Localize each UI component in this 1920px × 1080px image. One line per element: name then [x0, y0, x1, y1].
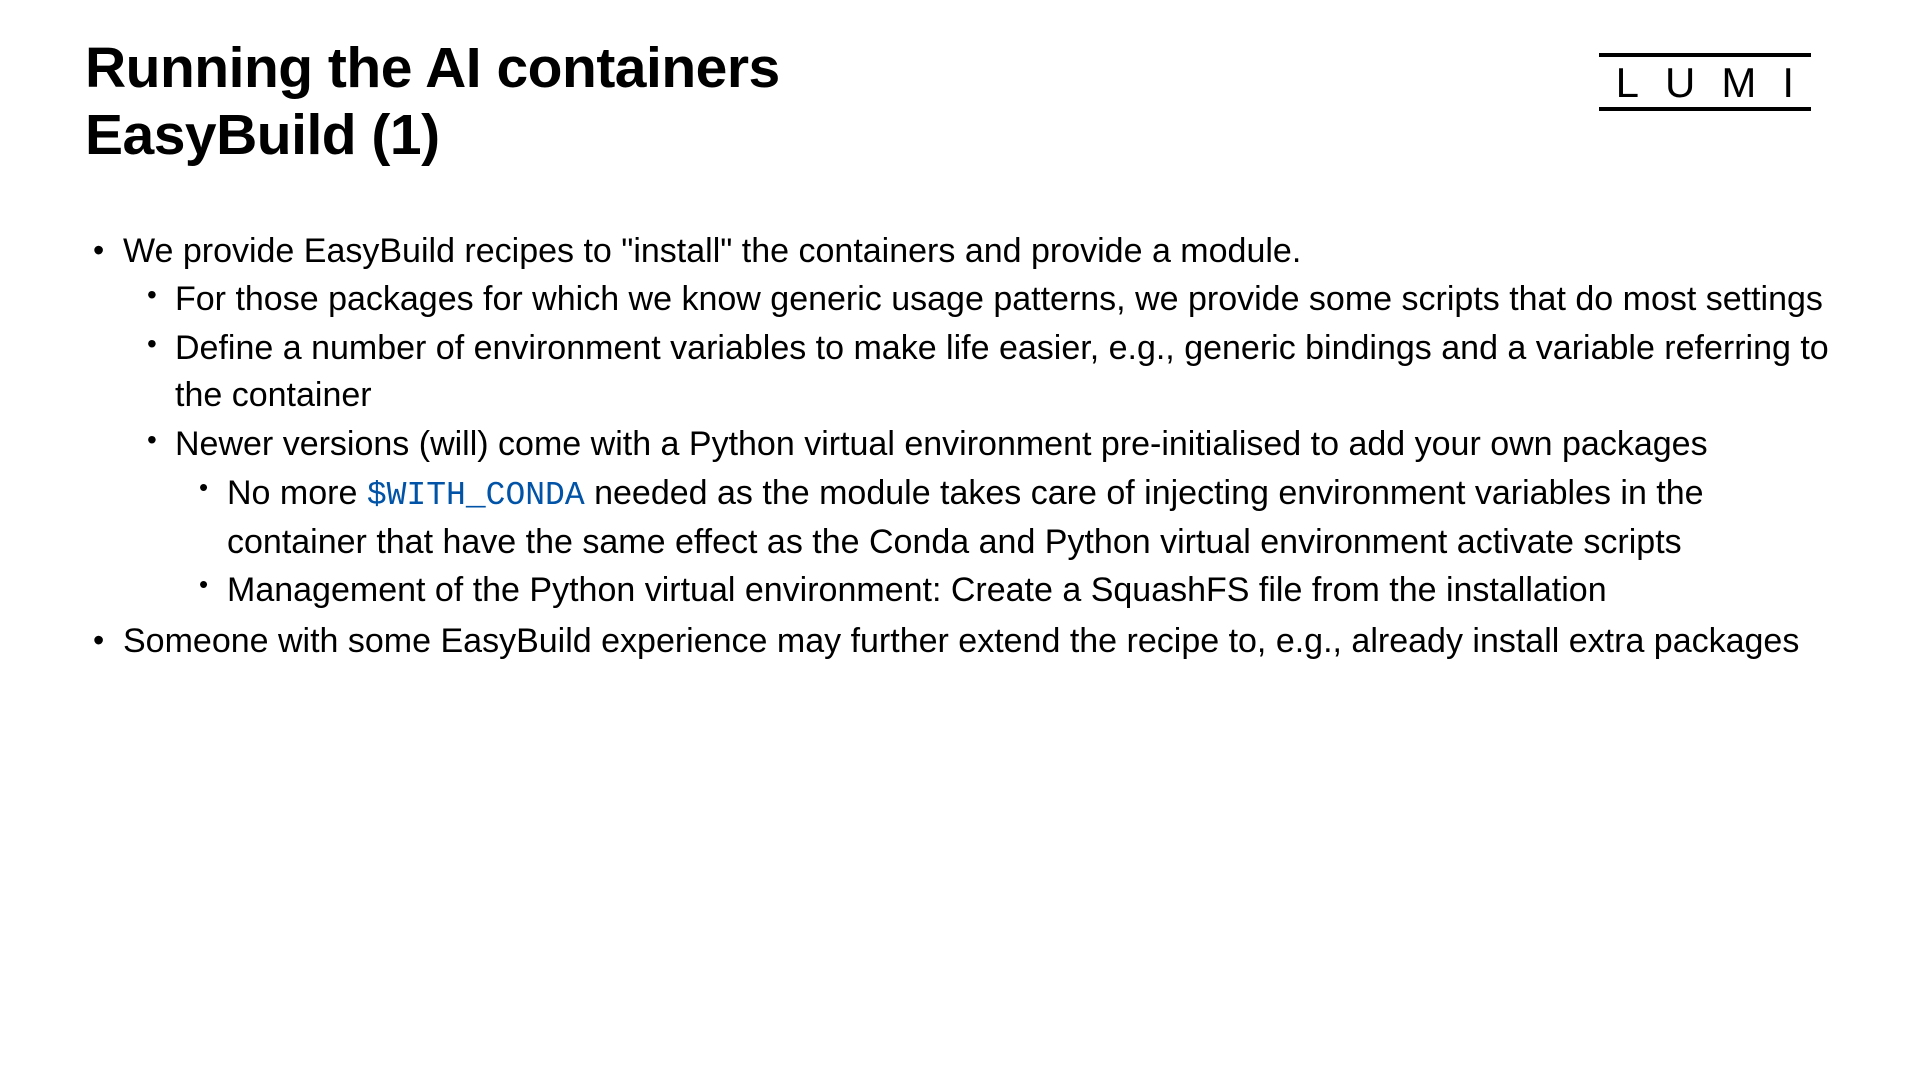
- slide: Running the AI containers EasyBuild (1) …: [0, 0, 1920, 1080]
- bullet-list: We provide EasyBuild recipes to "install…: [85, 228, 1835, 666]
- title-block: Running the AI containers EasyBuild (1): [85, 35, 1590, 170]
- bullet-text-prefix: No more: [227, 474, 367, 512]
- title-line-2: EasyBuild (1): [85, 102, 1590, 169]
- bullet-text: For those packages for which we know gen…: [175, 280, 1823, 318]
- bullet-text: We provide EasyBuild recipes to "install…: [123, 232, 1301, 270]
- lumi-logo: LUMI: [1590, 53, 1820, 111]
- bullet-text: Someone with some EasyBuild experience m…: [123, 622, 1799, 660]
- bullet-text: Define a number of environment variables…: [175, 329, 1829, 414]
- logo-bar-bottom: [1599, 107, 1811, 111]
- bullet-item: For those packages for which we know gen…: [135, 276, 1835, 323]
- title-line-1: Running the AI containers: [85, 35, 1590, 102]
- bullet-item: No more $WITH_CONDA needed as the module…: [187, 470, 1835, 565]
- bullet-item: Define a number of environment variables…: [135, 325, 1835, 419]
- slide-content: We provide EasyBuild recipes to "install…: [85, 228, 1835, 666]
- bullet-item: Someone with some EasyBuild experience m…: [85, 618, 1835, 665]
- bullet-text: Management of the Python virtual environ…: [227, 571, 1607, 609]
- bullet-item: Management of the Python virtual environ…: [187, 567, 1835, 614]
- inline-code: $WITH_CONDA: [367, 477, 585, 514]
- slide-header: Running the AI containers EasyBuild (1) …: [85, 35, 1835, 170]
- bullet-item: We provide EasyBuild recipes to "install…: [85, 228, 1835, 615]
- bullet-sublist: No more $WITH_CONDA needed as the module…: [175, 470, 1835, 614]
- bullet-text: Newer versions (will) come with a Python…: [175, 425, 1708, 463]
- bullet-sublist: For those packages for which we know gen…: [123, 276, 1835, 614]
- bullet-item: Newer versions (will) come with a Python…: [135, 421, 1835, 614]
- logo-text: LUMI: [1590, 57, 1820, 107]
